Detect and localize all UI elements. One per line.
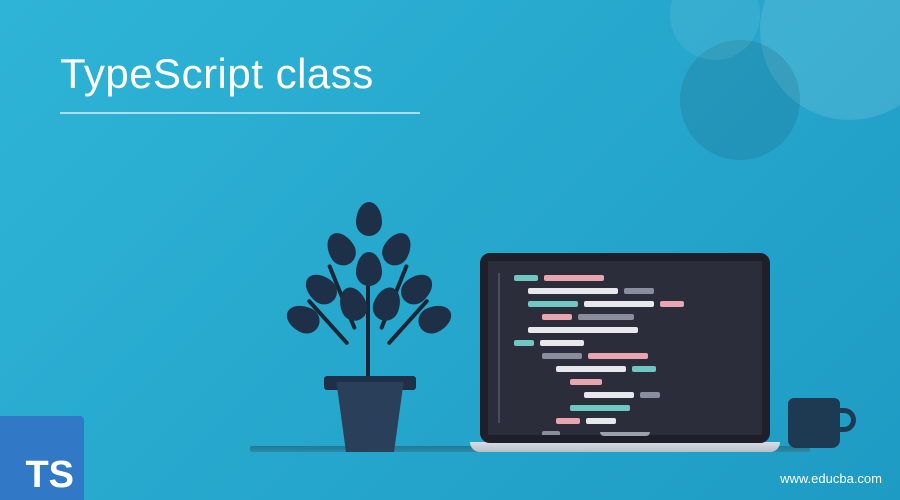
leaf-icon: [300, 268, 343, 310]
code-line: [514, 301, 746, 307]
leaf-icon: [321, 228, 361, 270]
leaf-icon: [356, 252, 382, 286]
leaf-icon: [282, 300, 324, 338]
leaf-icon: [377, 228, 417, 270]
code-line: [514, 353, 746, 359]
laptop-illustration: [470, 253, 780, 452]
code-line: [514, 392, 746, 398]
laptop-screen: [480, 253, 770, 443]
laptop-base: [470, 442, 780, 452]
code-line: [514, 314, 746, 320]
laptop-notch: [600, 432, 650, 436]
code-line: [514, 327, 746, 333]
code-line: [514, 405, 746, 411]
typescript-logo: TS: [0, 416, 84, 500]
code-line: [514, 366, 746, 372]
code-line: [514, 418, 746, 424]
page-title: TypeScript class: [60, 50, 374, 98]
code-line: [514, 275, 746, 281]
mug-handle: [838, 408, 856, 432]
plant-pot: [330, 382, 410, 452]
banner: TypeScript class: [0, 0, 900, 500]
plant-illustration: [280, 192, 460, 452]
mug-illustration: [788, 398, 840, 448]
title-underline: [60, 112, 420, 114]
watermark-url: www.educba.com: [780, 471, 882, 486]
code-line: [514, 288, 746, 294]
leaf-icon: [356, 202, 382, 236]
code-line: [514, 340, 746, 346]
leaf-icon: [369, 284, 405, 325]
code-gutter: [498, 273, 500, 423]
plant-stem: [366, 272, 370, 382]
code-line: [514, 379, 746, 385]
bg-circle-2: [680, 40, 800, 160]
typescript-logo-text: TS: [25, 456, 74, 494]
